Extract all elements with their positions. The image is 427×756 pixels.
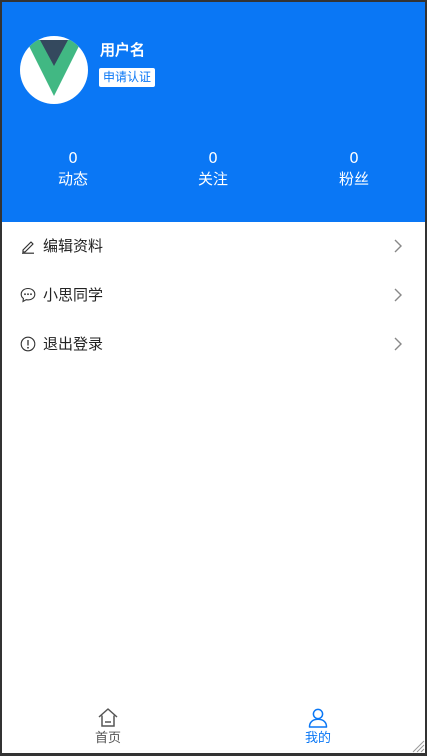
stat-posts-label: 动态 bbox=[57, 170, 88, 188]
chevron-right-icon bbox=[394, 239, 402, 253]
home-icon bbox=[98, 708, 118, 727]
apply-verification-button[interactable]: 申请认证 bbox=[99, 68, 156, 87]
stats-row: 0 动态 0 关注 0 粉丝 bbox=[2, 148, 425, 198]
stat-following-label: 关注 bbox=[197, 170, 228, 188]
menu-item-label: 小思同学 bbox=[43, 286, 104, 304]
tab-mine[interactable]: 我的 bbox=[268, 699, 368, 753]
menu-item-label: 退出登录 bbox=[43, 335, 104, 353]
stat-posts[interactable]: 0 动态 bbox=[23, 148, 123, 190]
menu-item-label: 编辑资料 bbox=[43, 237, 104, 255]
vue-logo-icon bbox=[26, 40, 82, 96]
user-icon bbox=[308, 708, 328, 728]
app-frame: 用户名 申请认证 0 动态 0 关注 0 粉丝 编辑资料 小思同学 退出登录 首… bbox=[0, 0, 427, 756]
resize-grip-icon[interactable] bbox=[409, 737, 425, 753]
chat-icon bbox=[20, 287, 36, 303]
menu-item-edit-profile[interactable]: 编辑资料 bbox=[2, 222, 425, 271]
alert-icon bbox=[20, 336, 36, 352]
stat-following-value: 0 bbox=[208, 149, 218, 167]
bottom-tab-bar: 首页 我的 bbox=[2, 699, 425, 753]
stat-following[interactable]: 0 关注 bbox=[163, 148, 263, 190]
profile-header: 用户名 申请认证 0 动态 0 关注 0 粉丝 bbox=[2, 2, 425, 222]
tab-home-label: 首页 bbox=[94, 731, 121, 746]
avatar[interactable] bbox=[20, 36, 88, 104]
stat-followers-value: 0 bbox=[349, 149, 359, 167]
tab-home[interactable]: 首页 bbox=[58, 699, 158, 753]
edit-icon bbox=[22, 241, 34, 254]
username: 用户名 bbox=[100, 41, 146, 59]
stat-followers[interactable]: 0 粉丝 bbox=[304, 148, 404, 190]
chevron-right-icon bbox=[394, 337, 402, 351]
menu-item-xiaosi[interactable]: 小思同学 bbox=[2, 271, 425, 320]
stat-followers-label: 粉丝 bbox=[338, 170, 369, 188]
settings-menu: 编辑资料 小思同学 退出登录 bbox=[2, 222, 425, 369]
menu-item-logout[interactable]: 退出登录 bbox=[2, 320, 425, 369]
tab-mine-label: 我的 bbox=[304, 731, 331, 746]
chevron-right-icon bbox=[394, 288, 402, 302]
stat-posts-value: 0 bbox=[68, 149, 78, 167]
